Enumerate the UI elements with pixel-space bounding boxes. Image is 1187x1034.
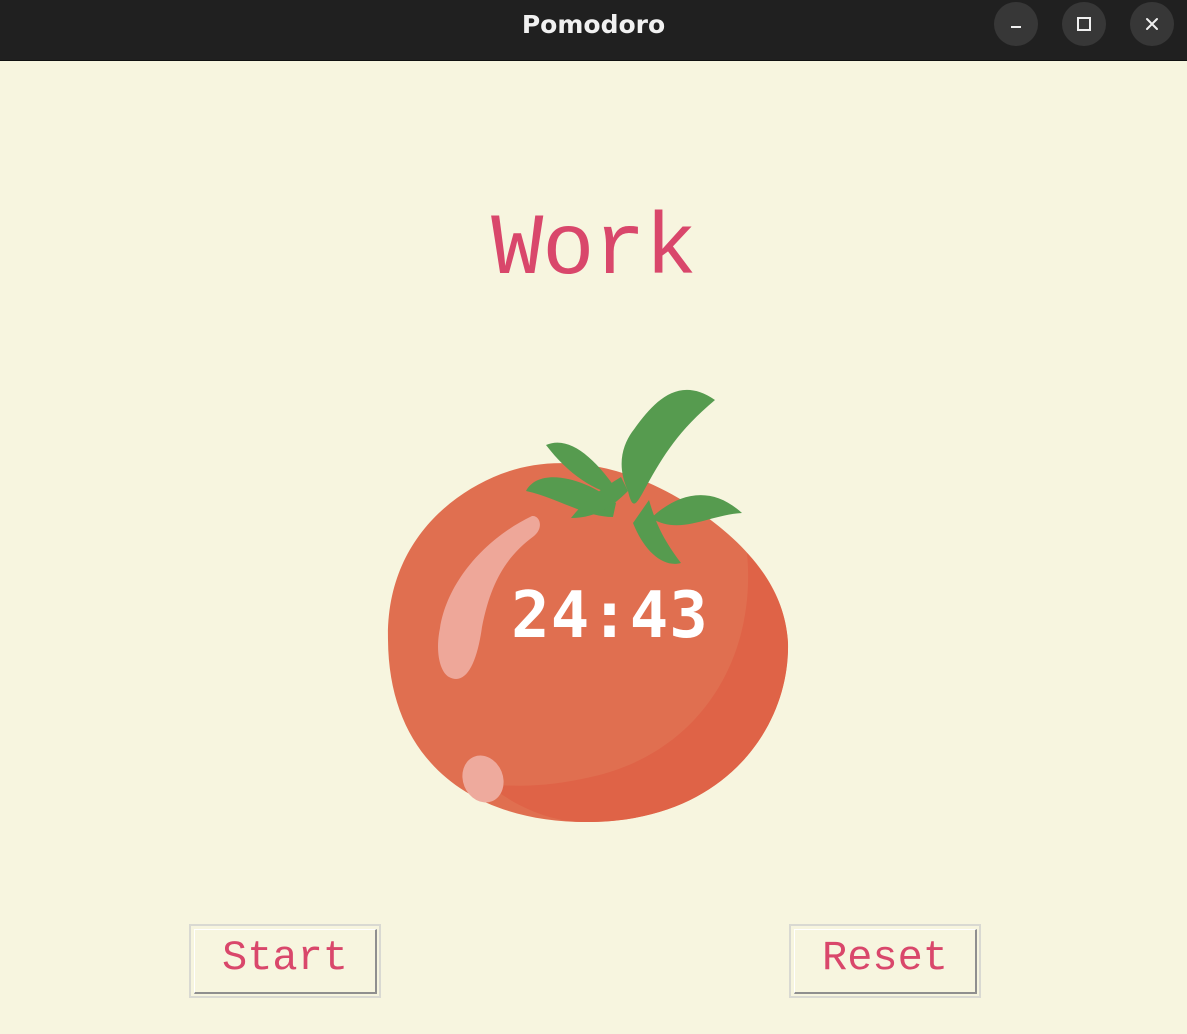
- title-bar[interactable]: Pomodoro: [0, 0, 1187, 61]
- start-button[interactable]: Start: [189, 924, 381, 998]
- timer-display: 24:43: [511, 579, 709, 653]
- maximize-icon: [1077, 17, 1091, 31]
- main-content: Work 24:43 Start Reset: [0, 61, 1187, 1034]
- reset-button[interactable]: Reset: [789, 924, 981, 998]
- reset-button-label: Reset: [821, 934, 949, 982]
- close-button[interactable]: [1130, 2, 1174, 46]
- pomodoro-window: Pomodoro Work 24:43 Start Reset: [0, 0, 1187, 1034]
- minimize-icon: [1011, 26, 1021, 28]
- start-button-label: Start: [221, 934, 349, 982]
- maximize-button[interactable]: [1062, 2, 1106, 46]
- close-icon: [1146, 18, 1158, 30]
- minimize-button[interactable]: [994, 2, 1038, 46]
- session-heading: Work: [491, 202, 697, 300]
